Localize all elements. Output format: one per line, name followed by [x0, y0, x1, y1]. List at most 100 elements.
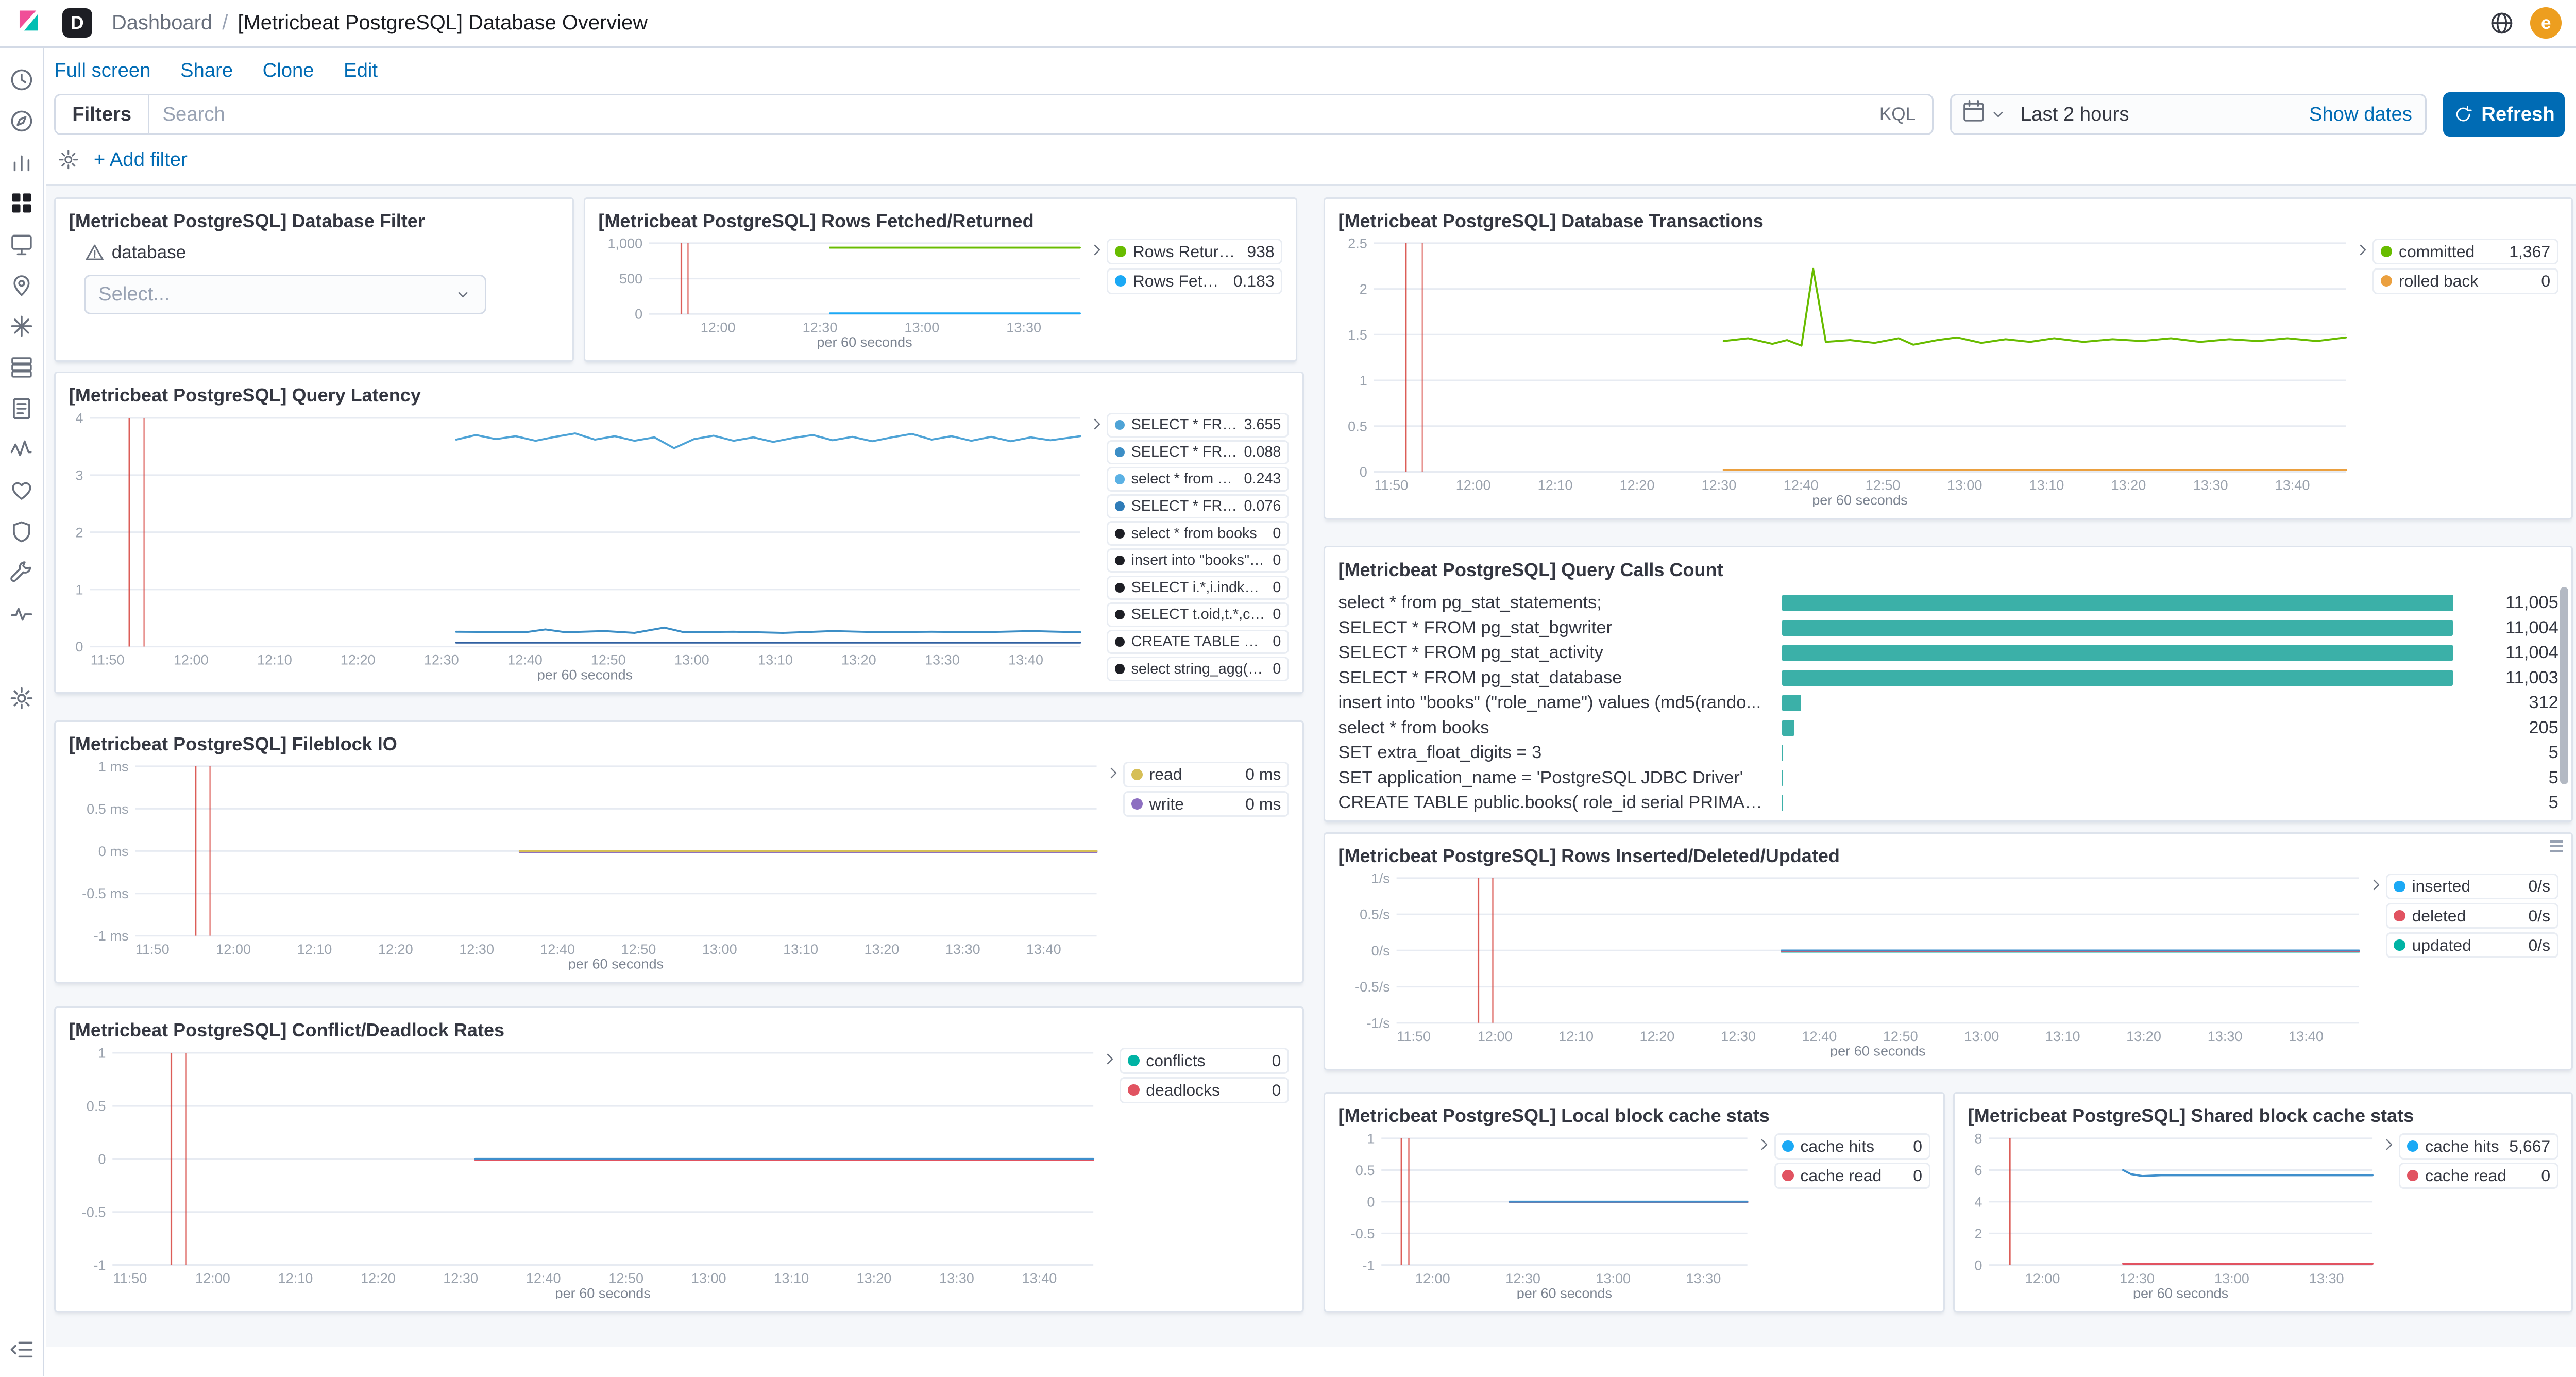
legend-item[interactable]: select * from books0 — [1107, 521, 1289, 545]
nav-canvas-icon[interactable] — [9, 232, 34, 257]
scrollbar[interactable] — [2560, 587, 2568, 784]
legend-item[interactable]: SELECT t.oid,t.*,c.rel...0 — [1107, 602, 1289, 627]
fileblock-io-chart[interactable]: 1 ms0.5 ms0 ms-0.5 ms-1 ms11:5012:0012:1… — [69, 758, 1105, 970]
legend-item[interactable]: Rows Fetched0.183 — [1107, 268, 1282, 294]
legend-item[interactable]: deleted0/s — [2386, 903, 2558, 929]
nav-visualize-icon[interactable] — [9, 149, 34, 174]
legend-item[interactable]: cache hits0 — [1774, 1133, 1930, 1160]
show-dates-link[interactable]: Show dates — [2309, 103, 2415, 126]
nav-machine-learning-icon[interactable] — [9, 314, 34, 339]
legend-item[interactable]: cache read0 — [1774, 1163, 1930, 1189]
bar-row[interactable]: SELECT * FROM pg_stat_activity11,004 — [1338, 641, 2558, 666]
panel-title[interactable]: [Metricbeat PostgreSQL] Fileblock IO — [69, 733, 1289, 755]
edit-link[interactable]: Edit — [344, 59, 378, 82]
bar-row[interactable]: insert into "books" ("role_name") values… — [1338, 691, 2558, 716]
bar-row[interactable]: select * from pg_stat_statements;11,005 — [1338, 591, 2558, 616]
refresh-button[interactable]: Refresh — [2443, 92, 2565, 137]
filters-button[interactable]: Filters — [56, 95, 149, 133]
legend-collapse-icon[interactable] — [2354, 239, 2371, 258]
panel-menu-icon[interactable] — [2550, 840, 2564, 852]
panel-title[interactable]: [Metricbeat PostgreSQL] Rows Inserted/De… — [1338, 845, 2558, 867]
legend-collapse-icon[interactable] — [1101, 1048, 1118, 1067]
shared-cache-chart[interactable]: 8642012:0012:3013:0013:30per 60 seconds — [1968, 1130, 2381, 1300]
legend-item[interactable]: cache read0 — [2399, 1163, 2558, 1189]
full-screen-link[interactable]: Full screen — [54, 59, 150, 82]
legend-item[interactable]: Rows Returned938 — [1107, 239, 1282, 265]
breadcrumb-dashboard[interactable]: Dashboard — [112, 11, 212, 35]
panel-title[interactable]: [Metricbeat PostgreSQL] Local block cach… — [1338, 1105, 1930, 1127]
bar-row[interactable]: SET extra_float_digits = 35 — [1338, 741, 2558, 766]
bar-row[interactable]: CREATE TABLE public.books( role_id seria… — [1338, 791, 2558, 816]
query-latency-chart[interactable]: 4321011:5012:0012:1012:2012:3012:4012:50… — [69, 410, 1089, 681]
nav-stack-monitoring-icon[interactable] — [9, 602, 34, 627]
bar-row[interactable]: SELECT * FROM pg_stat_database11,003 — [1338, 665, 2558, 691]
legend-collapse-icon[interactable] — [1756, 1133, 1772, 1153]
legend-label: committed — [2399, 242, 2502, 261]
dock-navigation-icon[interactable] — [9, 1337, 34, 1362]
nav-dashboard-icon[interactable] — [9, 191, 34, 215]
nav-apm-icon[interactable] — [9, 438, 34, 462]
legend-item[interactable]: SELECT i.*,i.indkey a...0 — [1107, 576, 1289, 600]
calendar-button[interactable] — [1961, 99, 2014, 130]
svg-text:13:20: 13:20 — [841, 651, 876, 667]
legend-item[interactable]: select string_agg(wo...0 — [1107, 657, 1289, 681]
add-filter-link[interactable]: + Add filter — [94, 148, 188, 171]
space-avatar[interactable]: D — [62, 8, 92, 38]
conflicts-chart[interactable]: 10.50-0.5-111:5012:0012:1012:2012:3012:4… — [69, 1045, 1102, 1300]
legend-item[interactable]: rolled back0 — [2372, 268, 2558, 294]
legend-item[interactable]: inserted0/s — [2386, 874, 2558, 900]
panel-title[interactable]: [Metricbeat PostgreSQL] Query Calls Coun… — [1338, 559, 2558, 581]
nav-maps-icon[interactable] — [9, 273, 34, 298]
legend-item[interactable]: SELECT * FROM...3.655 — [1107, 413, 1289, 437]
nav-recently-viewed-icon[interactable] — [9, 68, 34, 92]
bar-row[interactable]: select * from books205 — [1338, 715, 2558, 741]
bar-row[interactable]: SET application_name = 'PostgreSQL JDBC … — [1338, 765, 2558, 791]
panel-title[interactable]: [Metricbeat PostgreSQL] Shared block cac… — [1968, 1105, 2558, 1127]
legend-item[interactable]: conflicts0 — [1120, 1048, 1289, 1074]
nav-infrastructure-icon[interactable] — [9, 355, 34, 380]
rows-fetched-chart[interactable]: 1,000500012:0012:3013:0013:30per 60 seco… — [598, 235, 1088, 348]
local-cache-chart[interactable]: 10.50-0.5-112:0012:3013:0013:30per 60 se… — [1338, 1130, 1756, 1300]
svg-text:per 60 seconds: per 60 seconds — [568, 956, 664, 970]
legend-item[interactable]: SELECT * FROM...0.076 — [1107, 494, 1289, 518]
legend-collapse-icon[interactable] — [2368, 874, 2384, 893]
clone-link[interactable]: Clone — [263, 59, 314, 82]
legend-collapse-icon[interactable] — [2381, 1133, 2397, 1153]
legend-item[interactable]: read0 ms — [1123, 762, 1289, 788]
panel-title[interactable]: [Metricbeat PostgreSQL] Rows Fetched/Ret… — [598, 210, 1282, 232]
legend-collapse-icon[interactable] — [1089, 413, 1105, 432]
time-range-label[interactable]: Last 2 hours — [2014, 103, 2136, 126]
filter-settings-icon[interactable] — [58, 149, 79, 170]
legend-item[interactable]: write0 ms — [1123, 791, 1289, 817]
kql-toggle[interactable]: KQL — [1863, 104, 1932, 125]
rows-idu-chart[interactable]: 1/s0.5/s0/s-0.5/s-1/s11:5012:0012:1012:2… — [1338, 870, 2367, 1057]
legend-item[interactable]: CREATE TABLE publi...0 — [1107, 630, 1289, 654]
kibana-logo[interactable] — [16, 8, 46, 38]
panel-title[interactable]: [Metricbeat PostgreSQL] Database Transac… — [1338, 210, 2558, 232]
nav-siem-icon[interactable] — [9, 519, 34, 544]
user-avatar[interactable]: e — [2530, 7, 2562, 39]
search-input[interactable] — [149, 103, 1863, 126]
legend-collapse-icon[interactable] — [1105, 762, 1122, 781]
panel-title[interactable]: [Metricbeat PostgreSQL] Query Latency — [69, 384, 1289, 406]
bar-row[interactable]: SELECT * FROM pg_stat_bgwriter11,004 — [1338, 615, 2558, 641]
transactions-chart[interactable]: 2.521.510.5011:5012:0012:1012:2012:3012:… — [1338, 235, 2354, 506]
legend-collapse-icon[interactable] — [1089, 239, 1105, 258]
legend-item[interactable]: select * from pg...0.243 — [1107, 467, 1289, 491]
nav-uptime-icon[interactable] — [9, 478, 34, 503]
share-link[interactable]: Share — [180, 59, 233, 82]
nav-management-icon[interactable] — [9, 686, 34, 711]
panel-title[interactable]: [Metricbeat PostgreSQL] Database Filter — [69, 210, 559, 232]
legend-item[interactable]: cache hits5,667 — [2399, 1133, 2558, 1160]
nav-logs-icon[interactable] — [9, 396, 34, 421]
legend-item[interactable]: insert into "books" ("...0 — [1107, 548, 1289, 573]
panel-title[interactable]: [Metricbeat PostgreSQL] Conflict/Deadloc… — [69, 1019, 1289, 1041]
legend-item[interactable]: updated0/s — [2386, 932, 2558, 959]
database-select[interactable]: Select... — [84, 275, 487, 314]
deployment-icon[interactable] — [2489, 11, 2514, 36]
legend-item[interactable]: SELECT * FROM...0.088 — [1107, 440, 1289, 464]
nav-dev-tools-icon[interactable] — [9, 561, 34, 585]
nav-discover-icon[interactable] — [9, 109, 34, 133]
legend-item[interactable]: committed1,367 — [2372, 239, 2558, 265]
legend-item[interactable]: deadlocks0 — [1120, 1077, 1289, 1103]
